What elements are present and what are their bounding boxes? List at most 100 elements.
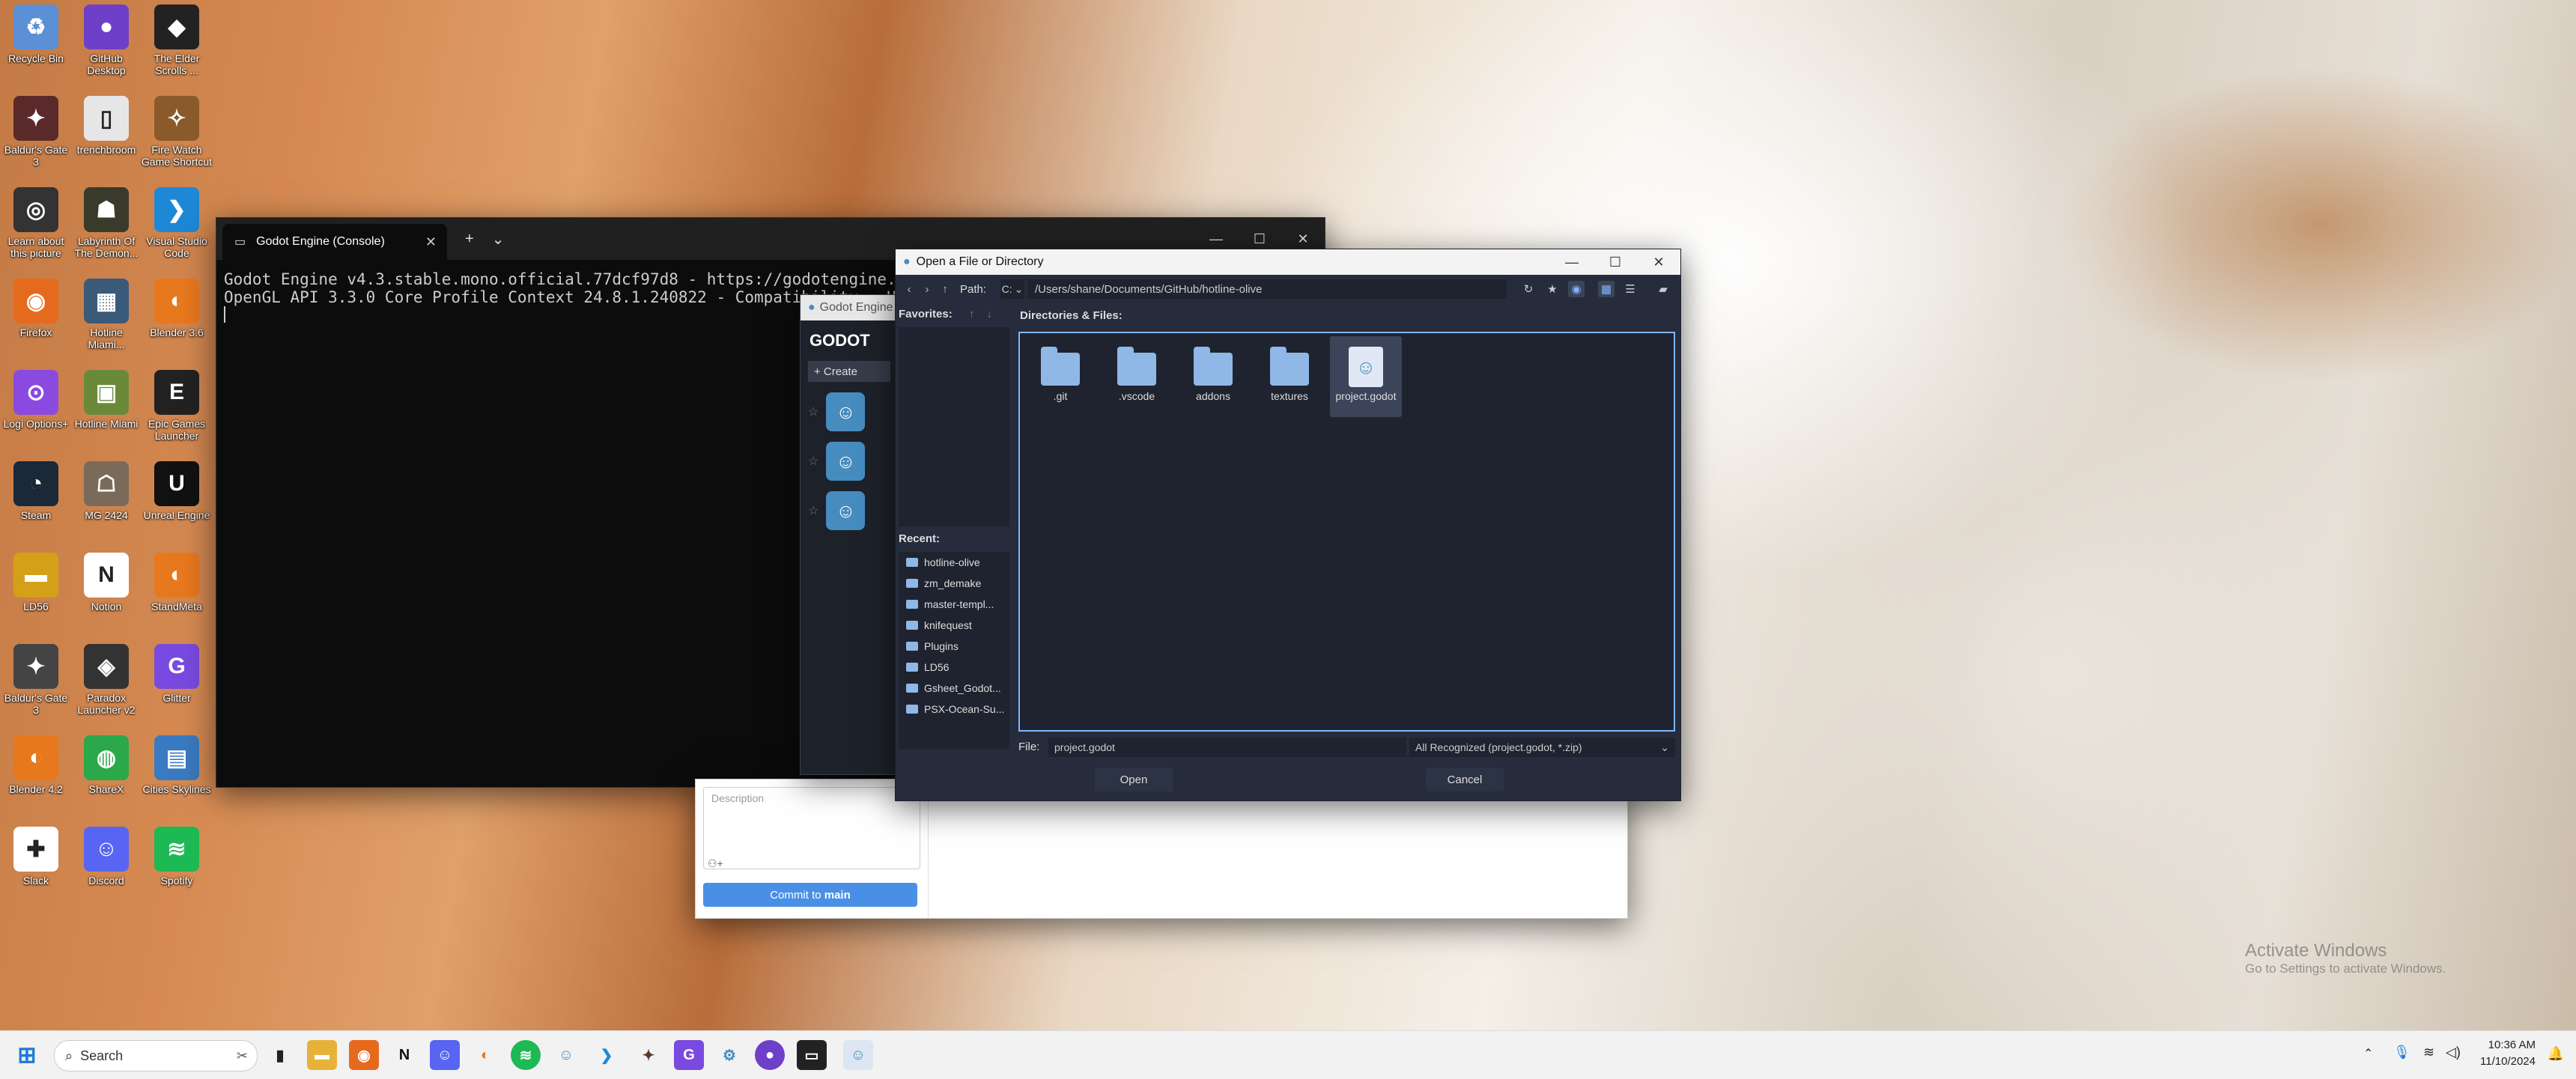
up-directory-icon[interactable]: ↑ <box>936 283 954 296</box>
desktop-shortcut[interactable]: ● GitHub Desktop <box>70 1 142 88</box>
star-icon[interactable]: ☆ <box>808 454 818 469</box>
forward-icon[interactable]: › <box>918 283 936 296</box>
file-explorer-icon[interactable]: ▬ <box>307 1040 337 1070</box>
desktop-shortcut[interactable]: ☖ MG 2424 <box>70 458 142 545</box>
create-folder-icon[interactable]: ▰ <box>1655 281 1671 297</box>
move-down-icon[interactable]: ↓ <box>987 308 993 320</box>
grid-view-icon[interactable]: ▦ <box>1598 281 1614 297</box>
desktop-shortcut[interactable]: ▯ trenchbroom <box>70 93 142 180</box>
drive-select[interactable]: C: ⌄ <box>1000 279 1024 299</box>
folder-item[interactable]: addons <box>1177 336 1249 417</box>
new-tab-button[interactable]: + <box>465 231 474 248</box>
godot-active-taskbar-icon[interactable]: ☺ <box>843 1040 873 1070</box>
desktop-shortcut[interactable]: U Unreal Engine <box>141 458 213 545</box>
recent-item[interactable]: PSX-Ocean-Su... <box>899 699 1009 720</box>
close-tab-icon[interactable]: ✕ <box>425 234 437 250</box>
desktop-shortcut[interactable]: ◐ StandMeta <box>141 550 213 636</box>
open-button[interactable]: Open <box>1095 768 1173 791</box>
desktop-shortcut[interactable]: ✧ Fire Watch Game Shortcut <box>141 93 213 180</box>
notification-bell-icon[interactable]: 🔔 <box>2548 1046 2564 1062</box>
glitter-taskbar-icon[interactable]: G <box>674 1040 704 1070</box>
desktop-shortcut[interactable]: ◎ Learn about this picture <box>0 184 72 271</box>
volume-icon[interactable]: ◁) <box>2446 1045 2461 1060</box>
desktop-shortcut[interactable]: ◆ The Elder Scrolls ... <box>141 1 213 88</box>
desktop-shortcut[interactable]: N Notion <box>70 550 142 636</box>
recent-item[interactable]: hotline-olive <box>899 552 1009 573</box>
desktop-shortcut[interactable]: ✚ Slack <box>0 824 72 911</box>
add-coauthor-icon[interactable]: ⚇+ <box>708 857 723 870</box>
github-taskbar-icon[interactable]: ● <box>755 1040 785 1070</box>
spotify-taskbar-icon[interactable]: ≋ <box>511 1040 541 1070</box>
favorite-star-icon[interactable]: ★ <box>1544 281 1561 297</box>
favorites-list[interactable] <box>899 327 1009 526</box>
desktop-shortcut[interactable]: ≋ Spotify <box>141 824 213 911</box>
project-list-item[interactable]: ☆ ☺ <box>808 442 890 481</box>
desktop-shortcut[interactable]: ▣ Hotline Miami <box>70 367 142 454</box>
microphone-icon[interactable]: 🎙 <box>2393 1045 2411 1060</box>
project-manager-titlebar[interactable]: ● Godot Engine <box>801 295 898 320</box>
desktop-shortcut[interactable]: ♻ Recycle Bin <box>0 1 72 88</box>
desktop-shortcut[interactable]: ◈ Paradox Launcher v2 <box>70 641 142 728</box>
move-up-icon[interactable]: ↑ <box>969 308 975 320</box>
file-name-input[interactable]: project.godot <box>1048 738 1406 757</box>
wifi-icon[interactable]: ≋ <box>2423 1045 2434 1060</box>
minimize-icon[interactable]: — <box>1550 249 1594 275</box>
tray-chevron-icon[interactable]: ⌃ <box>2363 1046 2373 1061</box>
file-grid[interactable]: .git .vscode addons textures ☺ project.godot <box>1018 332 1675 732</box>
desktop-shortcut[interactable]: ✦ Baldur's Gate 3 <box>0 641 72 728</box>
baldurs-gate-taskbar-icon[interactable]: ✦ <box>634 1040 663 1070</box>
recent-item[interactable]: knifequest <box>899 615 1009 636</box>
cancel-button[interactable]: Cancel <box>1426 768 1504 791</box>
godot-taskbar-icon[interactable]: ☺ <box>551 1040 581 1070</box>
show-hidden-icon[interactable]: ◉ <box>1568 281 1585 297</box>
vscode-taskbar-icon[interactable]: ❯ <box>592 1040 622 1070</box>
desktop-shortcut[interactable]: ▤ Cities Skylines <box>141 732 213 819</box>
back-icon[interactable]: ‹ <box>900 283 918 296</box>
terminal-taskbar-icon[interactable]: ▭ <box>797 1040 827 1070</box>
folder-item[interactable]: .vscode <box>1101 336 1173 417</box>
desktop-shortcut[interactable]: ◍ ShareX <box>70 732 142 819</box>
star-icon[interactable]: ☆ <box>808 404 818 419</box>
commit-description-field[interactable]: Description <box>703 787 920 869</box>
blender-taskbar-icon[interactable]: ◐ <box>470 1040 500 1070</box>
project-list-item[interactable]: ☆ ☺ <box>808 491 890 530</box>
desktop-shortcut[interactable]: G Glitter <box>141 641 213 728</box>
terminal-tab[interactable]: ▭ Godot Engine (Console) ✕ <box>222 224 447 260</box>
godot-project-manager-window[interactable]: ● Godot Engine GODOT + Create ☆ ☺ ☆ ☺ ☆ ☺ <box>800 294 899 775</box>
desktop-shortcut[interactable]: ⊙ Logi Options+ <box>0 367 72 454</box>
recent-item[interactable]: Gsheet_Godot... <box>899 678 1009 699</box>
commit-button[interactable]: Commit to main <box>703 883 917 907</box>
recent-item[interactable]: Plugins <box>899 636 1009 657</box>
file-item[interactable]: ☺ project.godot <box>1330 336 1402 417</box>
desktop-shortcut[interactable]: ◐ Blender 3.6 <box>141 276 213 362</box>
desktop-shortcut[interactable]: ◐ Blender 4.2 <box>0 732 72 819</box>
desktop-shortcut[interactable]: ✦ Baldur's Gate 3 <box>0 93 72 180</box>
dialog-titlebar[interactable]: ● Open a File or Directory — ☐ ✕ <box>896 249 1680 275</box>
create-project-button[interactable]: + Create <box>808 361 890 382</box>
path-input[interactable]: /Users/shane/Documents/GitHub/hotline-ol… <box>1027 279 1507 299</box>
desktop-shortcut[interactable]: ☗ Labyrinth Of The Demon... <box>70 184 142 271</box>
star-icon[interactable]: ☆ <box>808 503 818 518</box>
clock[interactable]: 10:36 AM 11/10/2024 <box>2480 1037 2536 1070</box>
desktop-shortcut[interactable]: ☺ Discord <box>70 824 142 911</box>
project-list-item[interactable]: ☆ ☺ <box>808 392 890 431</box>
desktop-shortcut[interactable]: ▦ Hotline Miami... <box>70 276 142 362</box>
start-windows-icon[interactable]: ⊞ <box>12 1040 42 1070</box>
notion-taskbar-icon[interactable]: N <box>389 1040 419 1070</box>
tab-dropdown-icon[interactable]: ⌄ <box>492 230 505 249</box>
recent-list[interactable]: hotline-olive zm_demake master-templ... kni… <box>899 552 1009 750</box>
recent-item[interactable]: LD56 <box>899 657 1009 678</box>
folder-item[interactable]: .git <box>1024 336 1096 417</box>
open-file-dialog[interactable]: ● Open a File or Directory — ☐ ✕ ‹ › ↑ P… <box>895 249 1681 801</box>
firefox-taskbar-icon[interactable]: ◉ <box>349 1040 379 1070</box>
desktop-shortcut[interactable]: ◉ Firefox <box>0 276 72 362</box>
taskbar-search[interactable]: ⌕ Search ✂ <box>54 1040 258 1072</box>
desktop-shortcut[interactable]: ▬ LD56 <box>0 550 72 636</box>
folder-item[interactable]: textures <box>1254 336 1325 417</box>
recent-item[interactable]: zm_demake <box>899 573 1009 594</box>
file-filter-select[interactable]: All Recognized (project.godot, *.zip) ⌄ <box>1409 738 1675 757</box>
maximize-icon[interactable]: ☐ <box>1594 249 1637 275</box>
task-view-icon[interactable]: ▮ <box>265 1040 295 1070</box>
list-view-icon[interactable]: ☰ <box>1622 281 1638 297</box>
settings-gear-icon[interactable]: ⚙ <box>714 1040 744 1070</box>
